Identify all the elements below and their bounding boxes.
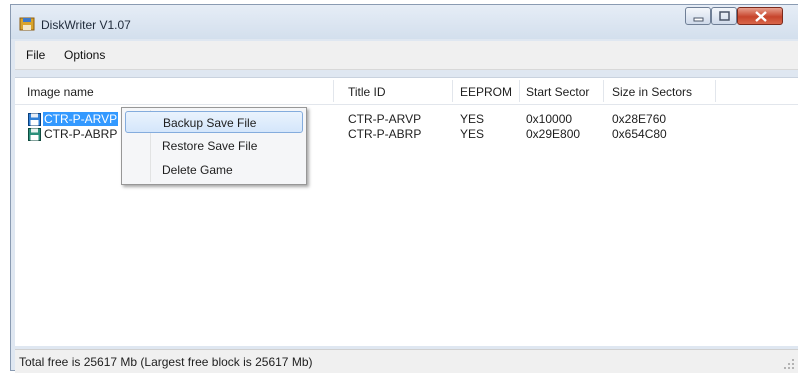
floppy-disk-icon [19,17,35,31]
column-separator[interactable] [715,80,716,102]
row-image-name[interactable]: CTR-P-ABRP [43,127,118,141]
column-header-eeprom[interactable]: EEPROM [460,85,512,99]
title-bar[interactable]: DiskWriter V1.07 [11,5,798,39]
menu-bar: File Options [15,41,798,70]
menu-item-restore-save-file[interactable]: Restore Save File [125,135,303,157]
row-eeprom: YES [460,112,485,126]
row-title-id: CTR-P-ABRP [348,127,422,141]
column-separator[interactable] [452,80,453,102]
menu-options[interactable]: Options [64,48,105,62]
menu-item-label: Backup Save File [163,116,257,130]
column-separator[interactable] [519,80,520,102]
disk-image-icon [28,128,41,141]
row-image-name[interactable]: CTR-P-ARVP [43,112,119,126]
list-header: Image name Title ID EEPROM Start Sector … [15,78,798,105]
minimize-icon [693,17,704,22]
window-title: DiskWriter V1.07 [41,18,131,32]
maximize-button[interactable] [711,7,737,25]
row-size-in-sectors: 0x28E760 [612,112,667,126]
row-title-id: CTR-P-ARVP [348,112,422,126]
column-header-image-name[interactable]: Image name [27,85,94,99]
resize-grip-icon[interactable] [783,358,795,370]
menu-file[interactable]: File [26,48,45,62]
menu-item-label: Restore Save File [162,139,258,153]
column-header-title-id[interactable]: Title ID [348,85,386,99]
maximize-icon [719,11,730,21]
status-text: Total free is 25617 Mb (Largest free blo… [19,355,313,369]
column-header-start-sector[interactable]: Start Sector [526,85,589,99]
column-header-size-in-sectors[interactable]: Size in Sectors [612,85,692,99]
menu-item-delete-game[interactable]: Delete Game [125,159,303,181]
menu-item-backup-save-file[interactable]: Backup Save File [125,111,303,133]
row-start-sector: 0x10000 [526,112,573,126]
column-separator[interactable] [603,80,604,102]
row-start-sector: 0x29E800 [526,127,581,141]
row-eeprom: YES [460,127,485,141]
app-window: DiskWriter V1.07 File Options Image name… [10,4,798,373]
context-menu: Backup Save File Restore Save File Delet… [121,107,307,185]
disk-image-icon [28,113,41,126]
menu-item-label: Delete Game [162,163,233,177]
close-icon [755,11,767,22]
column-separator[interactable] [333,80,334,102]
row-size-in-sectors: 0x654C80 [612,127,667,141]
minimize-button[interactable] [685,7,711,25]
status-bar: Total free is 25617 Mb (Largest free blo… [15,349,798,373]
close-button[interactable] [737,7,783,25]
